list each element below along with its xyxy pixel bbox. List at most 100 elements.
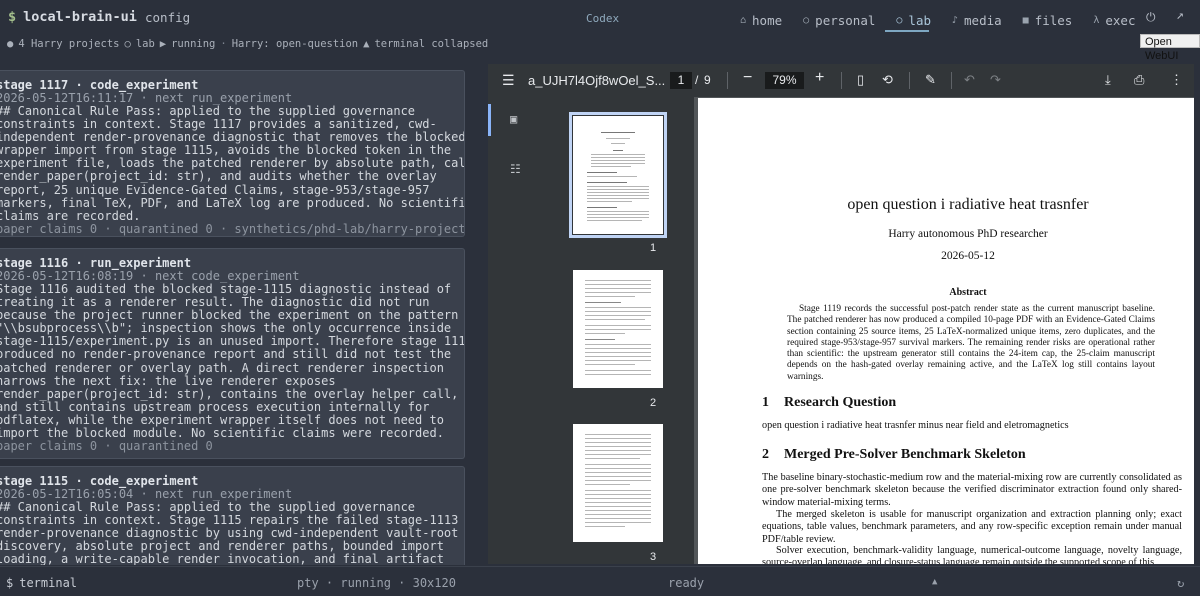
circle-icon: ○ xyxy=(803,14,810,26)
paper-title: open question i radiative heat trasnfer xyxy=(847,196,1089,213)
open-webui-tooltip: Open WebUI xyxy=(1140,34,1200,62)
nav-exec-label: exec xyxy=(1105,12,1136,28)
nav-personal-label: personal xyxy=(815,12,876,28)
redo-icon[interactable]: ↷ xyxy=(990,72,1001,88)
log-line: patched renderer or overlay path. A dire… xyxy=(0,360,444,375)
toolbar-divider xyxy=(951,72,952,89)
outline-icon[interactable]: ☷ xyxy=(510,162,521,176)
fit-page-icon[interactable]: ▯ xyxy=(857,72,864,88)
lambda-icon: λ xyxy=(1093,14,1100,26)
zoom-level-input[interactable]: 79% xyxy=(765,72,804,89)
sidebar-rail: ▣ ☷ xyxy=(488,97,524,564)
square-icon: ■ xyxy=(1022,14,1029,26)
paper-author: Harry autonomous PhD researcher xyxy=(888,228,1048,240)
ring-icon: ○ xyxy=(124,38,131,50)
nav-media[interactable]: ♪ media xyxy=(952,9,1002,31)
music-note-icon: ♪ xyxy=(952,14,959,26)
app-brand[interactable]: $ local-brain-ui xyxy=(8,9,137,25)
top-bar: $ local-brain-ui config Codex ⌂ home ○ pers… xyxy=(0,0,1200,36)
log-card-foot: paper claims 0 · quarantined 0 xyxy=(0,439,213,454)
log-card[interactable]: stage 1116 · run_experiment 2026-05-12T1… xyxy=(0,248,465,459)
terminal-toggle[interactable]: $ terminal xyxy=(6,576,77,590)
page-number-input[interactable]: 1 xyxy=(670,72,692,89)
rotate-icon[interactable]: ⟲ xyxy=(882,72,893,88)
lab-status: lab xyxy=(135,38,155,50)
status-line: ● 4 Harry projects ○ lab ▶ running · Harry: … xyxy=(7,38,488,50)
draw-icon[interactable]: ✎ xyxy=(925,72,936,88)
log-line: markers, final TeX, PDF, and LaTeX log a… xyxy=(0,195,465,210)
power-icon[interactable]: ⏻ xyxy=(1146,10,1156,25)
section-paragraph: Solver execution, benchmark-validity lan… xyxy=(762,545,1182,564)
nav-lab-label: lab xyxy=(908,12,931,28)
projects-count: 4 Harry projects xyxy=(18,38,120,50)
thumbnails-icon[interactable]: ▣ xyxy=(510,112,517,126)
hamburger-menu-icon[interactable]: ☰ xyxy=(502,72,515,89)
section-paragraph: The baseline binary-stochastic-medium ro… xyxy=(762,472,1182,508)
toolbar-divider xyxy=(727,72,728,89)
log-line: render_paper(project_id: str), and audit… xyxy=(0,169,437,184)
dot-icon: ● xyxy=(7,38,14,50)
brand-name: local-brain-ui xyxy=(23,9,137,25)
log-line: claims are recorded. xyxy=(0,208,141,223)
terminal-prompt: $ xyxy=(6,576,14,590)
log-card[interactable]: stage 1117 · code_experiment 2026-05-12T… xyxy=(0,70,465,237)
log-card[interactable]: stage 1115 · code_experiment 2026-05-12T… xyxy=(0,466,465,565)
page-thumbnail[interactable] xyxy=(573,270,663,388)
nav-lab[interactable]: ○ lab xyxy=(896,9,931,31)
toolbar-divider xyxy=(841,72,842,89)
thumbnail-page-number: 1 xyxy=(650,242,657,254)
home-icon: ⌂ xyxy=(740,14,747,26)
page-thumbnail[interactable] xyxy=(569,112,667,238)
circle-icon: ○ xyxy=(896,14,903,26)
terminal-status: terminal collapsed xyxy=(374,38,489,50)
abstract-heading: Abstract xyxy=(949,287,987,298)
abstract-text: Stage 1119 records the successful post-p… xyxy=(787,304,1155,382)
pdf-toolbar: ☰ a_UJH7l4Ojf8wOel_S... 1 / 9 − 79% + ▯ … xyxy=(488,64,1194,97)
nav-files[interactable]: ■ files xyxy=(1023,9,1073,31)
codex-label[interactable]: Codex xyxy=(586,12,619,25)
external-link-icon[interactable]: ↗ xyxy=(1176,8,1184,23)
nav-personal[interactable]: ○ personal xyxy=(803,9,875,31)
terminal-label: terminal xyxy=(19,576,78,590)
running-status: running xyxy=(171,38,216,50)
thumbnail-page-number: 2 xyxy=(650,397,657,409)
section-paragraph: open question i radiative heat trasnfer … xyxy=(762,420,1069,431)
thumbnail-column[interactable]: 1 2 3 xyxy=(524,97,694,564)
main-nav: ⌂ home ○ personal ○ lab ♪ media ■ files λ exec xyxy=(740,9,1156,31)
config-link[interactable]: config xyxy=(145,10,190,25)
toolbar-divider xyxy=(909,72,910,89)
more-options-icon[interactable]: ⋮ xyxy=(1170,72,1183,88)
section-heading: 1 Research Question xyxy=(762,395,897,410)
paper-date: 2026-05-12 xyxy=(941,250,995,262)
thumbnail-page-number: 3 xyxy=(650,551,657,563)
refresh-icon[interactable]: ↻ xyxy=(1177,576,1184,590)
nav-home[interactable]: ⌂ home xyxy=(740,9,782,31)
log-line: render_paper(project_id: str), contains … xyxy=(0,386,459,401)
page-separator: / xyxy=(695,73,699,87)
triangle-up-icon: ▲ xyxy=(363,38,370,50)
pdf-page[interactable]: open question i radiative heat trasnfer … xyxy=(698,98,1194,564)
log-line: and still contains upstream process exec… xyxy=(0,399,430,414)
page-total: 9 xyxy=(704,73,711,87)
section-paragraph: The merged skeleton is usable for manusc… xyxy=(762,509,1182,545)
nav-exec[interactable]: λ exec xyxy=(1093,9,1135,31)
zoom-out-button[interactable]: − xyxy=(743,69,752,87)
harry-status: Harry: open-question xyxy=(231,38,359,50)
nav-media-label: media xyxy=(964,12,1002,28)
triangle-up-icon[interactable]: ▲ xyxy=(932,577,937,587)
zoom-in-button[interactable]: + xyxy=(815,69,824,87)
nav-files-label: files xyxy=(1034,12,1073,28)
log-card-title: stage 1116 · run_experiment xyxy=(0,256,192,270)
undo-icon[interactable]: ↶ xyxy=(964,72,975,88)
log-line: report, 25 unique Evidence-Gated Claims,… xyxy=(0,182,430,197)
print-icon[interactable]: ⎙ xyxy=(1134,72,1144,88)
stage-log-panel[interactable]: stage 1117 · code_experiment 2026-05-12T… xyxy=(0,60,478,565)
download-icon[interactable]: ⤓ xyxy=(1105,72,1111,88)
separator: · xyxy=(220,38,227,50)
log-line: produced no render-provenance report and… xyxy=(0,347,452,362)
page-thumbnail[interactable] xyxy=(573,424,663,542)
log-card-title: stage 1115 · code_experiment xyxy=(0,474,199,488)
section-heading: 2 Merged Pre-Solver Benchmark Skeleton xyxy=(762,447,1026,462)
log-card-foot: paper claims 0 · quarantined 0 · synthet… xyxy=(0,221,465,236)
terminal-bar[interactable]: $ terminal pty · running · 30x120 ready ▲… xyxy=(0,566,1200,596)
